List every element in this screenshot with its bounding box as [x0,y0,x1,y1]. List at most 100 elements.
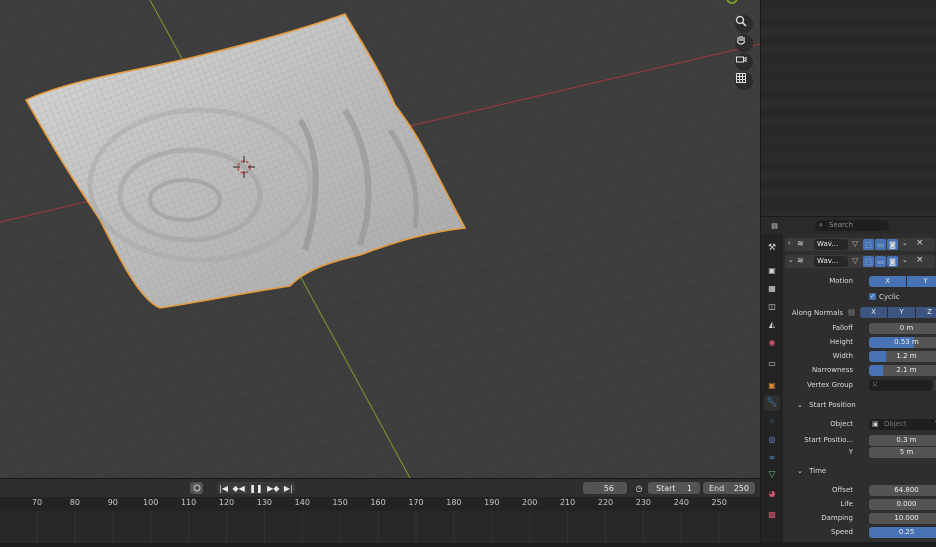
timeline-editor[interactable]: |◀ ◆◀ ❚❚ ▶◆ ▶| 56 ◷ Start 1 End 250 70 80 90… [0,478,760,543]
offset-field[interactable]: 64.800 [869,485,936,496]
search-field[interactable]: ⌕ Search [815,220,889,231]
scene-tab-icon[interactable]: ◭ [764,316,780,332]
width-label: Width [832,352,853,360]
motion-x-toggle[interactable]: X [869,276,906,287]
timeline-grid [36,511,720,543]
modifier-properties: › ≋ Wav... ▽ ⬚ ▭ ◙ ⌄ × ⌄ ≋ Wav... ▽ ⬚ ▭ … [783,234,936,542]
realtime-icon[interactable]: ▭ [875,239,886,250]
ruler-tick-label: 230 [635,498,652,507]
record-icon[interactable] [190,482,203,494]
dropdown-icon[interactable]: ⌄ [902,256,908,264]
current-frame-field[interactable]: 56 [583,482,627,494]
narrowness-field[interactable]: 2.1 m [869,365,936,376]
ruler-tick-label: 80 [69,498,80,507]
tool-tab-icon[interactable]: ⚒ [764,240,780,256]
data-tab-icon[interactable]: ▽ [764,467,780,483]
modifier-header-1[interactable]: › ≋ Wav... ▽ ⬚ ▭ ◙ ⌄ × [785,238,935,251]
falloff-label: Falloff [832,324,853,332]
section-chevron-icon: ⌄ [797,401,803,409]
along-normals-x[interactable]: X [860,307,887,318]
height-field[interactable]: 0.53 m [869,337,936,348]
speed-label: Speed [831,528,853,536]
speed-field[interactable]: 0.25 [869,527,936,538]
ruler-tick-label: 150 [332,498,348,507]
width-field[interactable]: 1.2 m [869,351,936,362]
editmode-icon[interactable]: ▽ [852,256,858,265]
collection-tab-icon[interactable]: ▭ [764,355,780,371]
pan-hand-icon[interactable] [735,34,753,52]
motion-y-toggle[interactable]: Y [907,276,936,287]
render-tab-icon[interactable]: ▣ [764,262,780,278]
vertex-group-field[interactable]: ⁙ [869,380,932,391]
ortho-grid-icon[interactable] [735,72,753,90]
cyclic-label: Cyclic [879,293,900,301]
wave-modifier-icon: ≋ [797,256,804,265]
along-normals-z[interactable]: Z [916,307,936,318]
start-position-x-field[interactable]: 0.3 m [869,435,936,446]
remove-modifier-icon[interactable]: × [916,238,924,248]
render-camera-icon[interactable]: ◙ [887,239,898,250]
narrowness-label: Narrowness [811,366,853,374]
height-label: Height [829,338,853,346]
life-field[interactable]: 0.000 [869,499,936,510]
render-camera-icon[interactable]: ◙ [887,256,898,267]
damping-field[interactable]: 10.000 [869,513,936,524]
side-panels: ▤ ⌕ Search ⚒ ▣ ▦ ◫ ◭ ◉ ▭ ▣ 🔧︎ ⁘ ◎ ∞ ▽ ◕ … [760,0,936,542]
start-position-section[interactable]: ⌄ Start Position [797,401,856,409]
pause-icon[interactable]: ❚❚ [249,484,262,493]
zoom-icon[interactable] [735,15,753,33]
object-tab-icon[interactable]: ▣ [764,377,780,393]
cage-icon[interactable]: ⬚ [863,256,874,267]
along-normals-y[interactable]: Y [888,307,915,318]
ruler-tick-label: 220 [597,498,614,507]
ruler-tick-label: 140 [294,498,310,507]
dropdown-icon[interactable]: ⌄ [902,239,908,247]
modifier-name-field[interactable]: Wav... [814,239,848,250]
physics-tab-icon[interactable]: ◎ [764,431,780,447]
modifier-header-2[interactable]: ⌄ ≋ Wav... ▽ ⬚ ▭ ◙ ⌄ × [785,255,935,268]
modifier-name-field[interactable]: Wav... [814,256,848,267]
viewport-canvas[interactable] [0,0,760,478]
editmode-icon[interactable]: ▽ [852,239,858,248]
3d-viewport[interactable] [0,0,760,478]
falloff-field[interactable]: 0 m [869,323,936,334]
editor-type-icon[interactable]: ▤ [769,220,780,231]
ruler-tick-label: 240 [673,498,689,507]
time-section[interactable]: ⌄ Time [797,467,826,475]
constraints-tab-icon[interactable]: ∞ [764,449,780,465]
cyclic-checkbox[interactable]: ✓ [869,293,876,300]
wave-modifier-icon: ≋ [797,239,804,248]
ruler-tick-label: 200 [522,498,538,507]
jump-start-icon[interactable]: |◀ [219,484,228,493]
remove-modifier-icon[interactable]: × [916,255,924,265]
timeline-track-area[interactable] [0,511,760,543]
ruler-tick-label: 180 [446,498,462,507]
modifier-tab-icon[interactable]: 🔧︎ [764,395,780,411]
particles-tab-icon[interactable]: ⁘ [764,413,780,429]
camera-view-icon[interactable] [735,53,753,71]
along-normals-checkbox[interactable] [848,309,855,316]
prev-keyframe-icon[interactable]: ◆◀ [233,484,245,493]
damping-label: Damping [821,514,853,522]
outliner-editor[interactable] [761,0,936,215]
start-frame-field[interactable]: Start 1 [648,482,700,494]
jump-end-icon[interactable]: ▶| [284,484,293,493]
object-icon: ▣ [872,420,879,428]
clock-icon[interactable]: ◷ [633,482,645,494]
ruler-tick-label: 190 [484,498,500,507]
view-layer-tab-icon[interactable]: ◫ [764,298,780,314]
expand-chevron-icon[interactable]: › [788,239,791,247]
object-field[interactable]: ▣ Object [869,419,936,430]
realtime-icon[interactable]: ▭ [875,256,886,267]
next-keyframe-icon[interactable]: ▶◆ [267,484,279,493]
motion-label: Motion [829,277,853,285]
start-position-y-field[interactable]: 5 m [869,447,936,458]
end-frame-field[interactable]: End 250 [703,482,755,494]
world-tab-icon[interactable]: ◉ [764,334,780,350]
cage-icon[interactable]: ⬚ [863,239,874,250]
material-tab-icon[interactable]: ◕ [764,485,780,501]
texture-tab-icon[interactable]: ▩ [764,506,780,522]
output-tab-icon[interactable]: ▦ [764,280,780,296]
timeline-ruler[interactable]: 70 80 90 100 110 120 130 140 150 160 170 180 190 200 2… [0,497,760,511]
collapse-chevron-icon[interactable]: ⌄ [788,256,794,264]
